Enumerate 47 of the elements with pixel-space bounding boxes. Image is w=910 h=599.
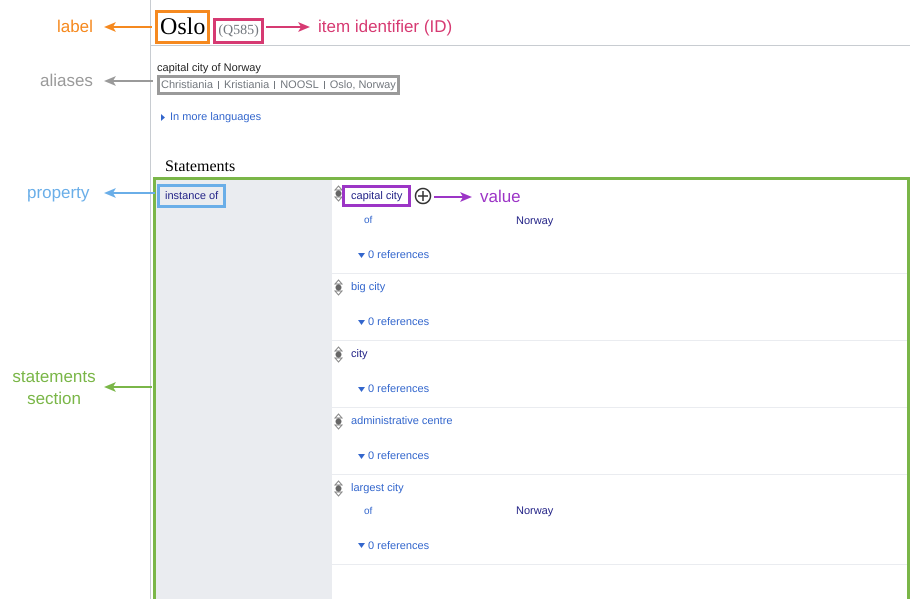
alias: Christiania <box>161 78 213 92</box>
item-label: Oslo <box>155 10 210 44</box>
value-link[interactable]: city <box>351 346 368 362</box>
arrow <box>103 75 154 87</box>
caret-icon <box>358 454 365 458</box>
rank-icon[interactable] <box>334 184 343 202</box>
arrow <box>103 187 156 199</box>
qualifier-property[interactable]: of <box>364 213 516 228</box>
rank-icon[interactable] <box>334 413 343 430</box>
annotation-text: item identifier (ID) <box>318 16 452 38</box>
references-toggle[interactable]: 0 references <box>358 449 430 463</box>
rank-icon[interactable] <box>334 480 343 497</box>
annotation-text: aliases <box>40 70 93 92</box>
expand-icon <box>161 114 165 121</box>
add-circle-icon <box>414 186 432 204</box>
value-link[interactable]: big city <box>351 279 386 295</box>
references-toggle[interactable]: 0 references <box>358 538 430 552</box>
caret-icon <box>358 320 365 324</box>
rank-icon[interactable] <box>334 346 343 363</box>
references-toggle[interactable]: 0 references <box>358 315 430 329</box>
arrow <box>265 21 311 33</box>
property-link[interactable]: instance of <box>157 184 226 208</box>
alias: NOOSL <box>280 78 319 92</box>
annotation-text: statements section <box>11 366 97 410</box>
caret-icon <box>358 386 365 392</box>
arrow <box>103 21 153 33</box>
more-languages-link[interactable]: In more languages <box>161 109 262 126</box>
value-link[interactable]: capital city <box>342 184 412 206</box>
section-heading: Statements <box>165 156 236 176</box>
rank-icon[interactable] <box>334 279 343 296</box>
annotation-text: label <box>57 16 93 38</box>
qualifier-property[interactable]: of <box>364 504 516 519</box>
annotation-text: property <box>27 182 90 204</box>
value-link[interactable]: administrative centre <box>351 413 452 429</box>
caret-icon <box>358 543 365 548</box>
annotation-text: value <box>480 186 521 208</box>
caret-icon <box>358 252 365 258</box>
references-toggle[interactable]: 0 references <box>358 382 430 396</box>
alias: Kristiania <box>224 78 270 92</box>
item-description: capital city of Norway <box>157 61 261 75</box>
alias: Oslo, Norway <box>330 78 396 92</box>
qualifier-value[interactable]: Norway <box>516 212 554 229</box>
references-toggle[interactable]: 0 references <box>358 248 430 262</box>
value-link[interactable]: largest city <box>351 480 404 496</box>
qualifier-value[interactable]: Norway <box>516 503 554 520</box>
item-id: (Q585) <box>213 18 264 44</box>
arrow <box>433 191 473 203</box>
